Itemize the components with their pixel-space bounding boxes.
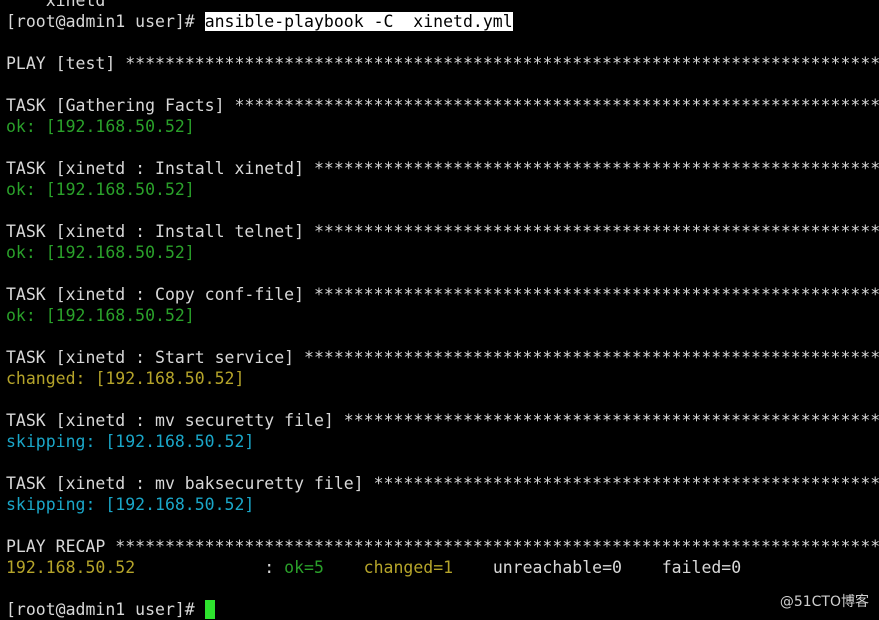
watermark: @51CTO博客 — [779, 594, 869, 610]
task-header: TASK [xinetd : Install telnet] *********… — [6, 221, 879, 242]
task-header: TASK [xinetd : mv securetty file] ******… — [6, 410, 879, 431]
task-result: ok: [192.168.50.52] — [6, 306, 195, 325]
separator-stars: ****************************************… — [313, 222, 879, 241]
task-list: TASK [Gathering Facts] *****************… — [6, 95, 879, 536]
shell-prompt: [root@admin1 user]# — [6, 12, 205, 31]
recap-failed: failed=0 — [661, 558, 742, 577]
task-header: TASK [xinetd : Copy conf-file] *********… — [6, 284, 879, 305]
separator-stars: ****************************************… — [343, 411, 879, 430]
task-title: TASK [xinetd : mv securetty file] — [6, 411, 344, 430]
separator-stars: ****************************************… — [125, 54, 879, 73]
terminal-window[interactable]: xinetd [root@admin1 user]# ansible-playb… — [6, 0, 879, 620]
task-title: TASK [xinetd : Install xinetd] — [6, 159, 314, 178]
separator-stars: ****************************************… — [313, 285, 879, 304]
task-result: changed: [192.168.50.52] — [6, 369, 245, 388]
recap-changed: changed=1 — [363, 558, 454, 577]
task-header: TASK [xinetd : mv baksecuretty file] ***… — [6, 473, 879, 494]
task-header: TASK [xinetd : Install xinetd] *********… — [6, 158, 879, 179]
play-header-label: PLAY [test] — [6, 54, 126, 73]
recap-header: PLAY RECAP *****************************… — [6, 536, 879, 557]
recap-ok: ok=5 — [284, 558, 324, 577]
task-header: TASK [Gathering Facts] *****************… — [6, 95, 879, 116]
task-result: ok: [192.168.50.52] — [6, 180, 195, 199]
recap-header-label: PLAY RECAP — [6, 537, 116, 556]
shell-prompt: [root@admin1 user]# — [6, 600, 205, 619]
task-title: TASK [xinetd : Install telnet] — [6, 222, 314, 241]
task-title: TASK [xinetd : mv baksecuretty file] — [6, 474, 374, 493]
task-title: TASK [xinetd : Copy conf-file] — [6, 285, 314, 304]
separator-stars: ****************************************… — [373, 474, 879, 493]
separator-stars: ****************************************… — [313, 159, 879, 178]
separator-stars: ****************************************… — [234, 96, 879, 115]
task-result: ok: [192.168.50.52] — [6, 117, 195, 136]
recap-separator: : — [264, 558, 285, 577]
task-result: ok: [192.168.50.52] — [6, 243, 195, 262]
separator-stars: ****************************************… — [115, 537, 879, 556]
command-line: [root@admin1 user]# ansible-playbook -C … — [6, 11, 879, 32]
cursor-block — [204, 600, 215, 619]
task-title: TASK [Gathering Facts] — [6, 96, 235, 115]
previous-output-line: xinetd — [6, 0, 106, 10]
task-result: skipping: [192.168.50.52] — [6, 495, 255, 514]
task-header: TASK [xinetd : Start service] **********… — [6, 347, 879, 368]
recap-row: 192.168.50.52 : ok=5 changed=1 unreachab… — [6, 557, 879, 578]
command-text[interactable]: ansible-playbook -C xinetd.yml — [204, 12, 513, 31]
task-result: skipping: [192.168.50.52] — [6, 432, 255, 451]
final-prompt-line[interactable]: [root@admin1 user]# — [6, 599, 879, 620]
recap-unreachable: unreachable=0 — [492, 558, 622, 577]
task-title: TASK [xinetd : Start service] — [6, 348, 305, 367]
separator-stars: ****************************************… — [304, 348, 879, 367]
play-header: PLAY [test] ****************************… — [6, 53, 879, 74]
recap-host: 192.168.50.52 — [6, 558, 136, 577]
